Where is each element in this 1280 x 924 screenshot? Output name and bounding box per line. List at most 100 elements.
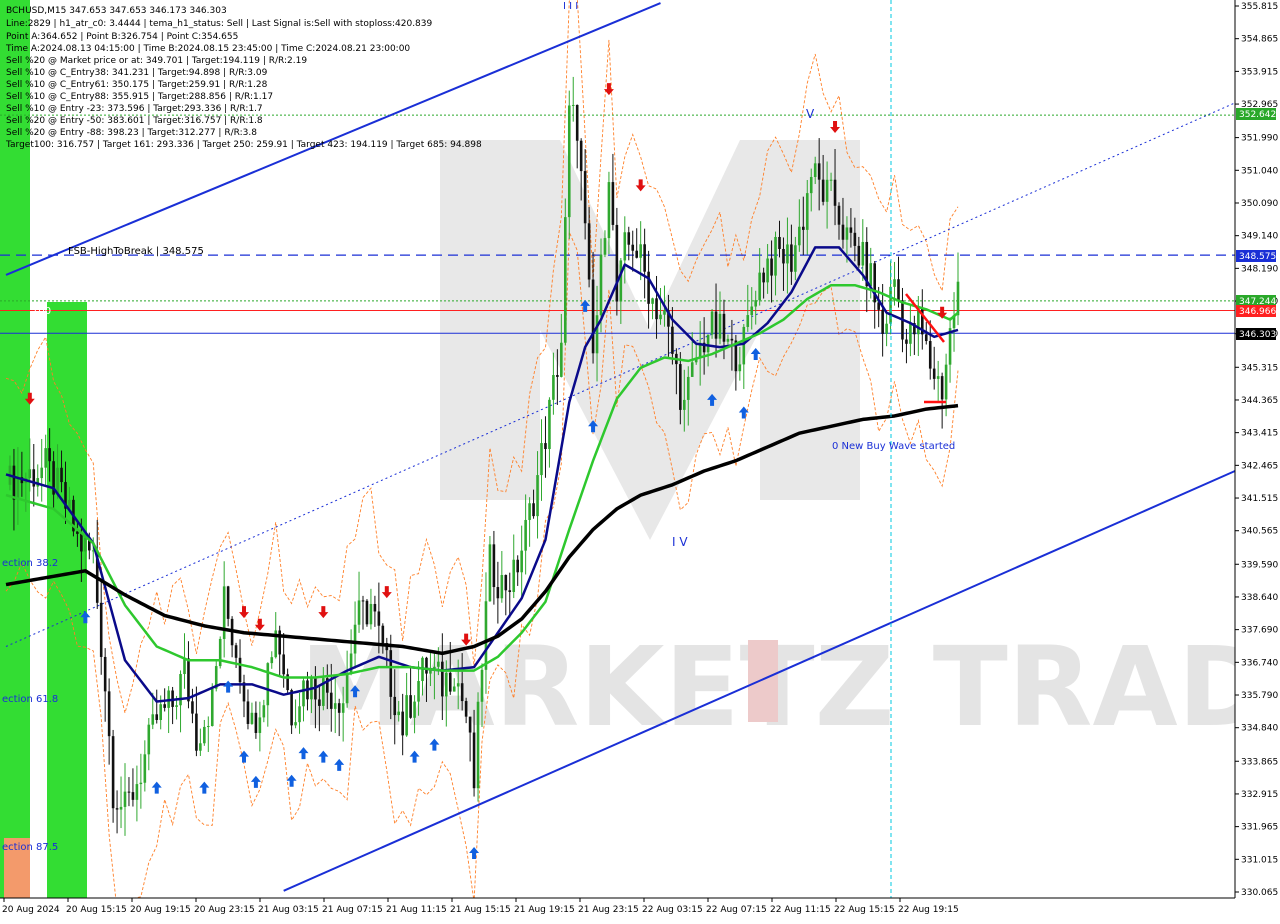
candle-body (492, 544, 496, 588)
candle-body (821, 179, 825, 202)
candle-body (548, 399, 551, 450)
candle-body (805, 193, 809, 230)
candle-body (28, 469, 32, 479)
info-line: Line:2829 | h1_atr_c0: 3.4444 | tema_h1_… (6, 19, 433, 29)
candle-body (663, 310, 666, 315)
watermark-red-bar (748, 640, 778, 722)
candle-body (143, 754, 147, 783)
candle-body (254, 712, 258, 733)
candle-body (294, 722, 297, 726)
candle-body (813, 163, 817, 177)
candle-body (147, 724, 151, 755)
candle-body (837, 205, 841, 225)
y-tick-label: 349.140 (1241, 232, 1278, 242)
wave-label-iv: I V (672, 535, 688, 549)
correction-87-label: ection 87.5 (2, 842, 58, 853)
candle-body (655, 298, 658, 320)
candle-body (452, 686, 456, 692)
candle-body (191, 701, 194, 714)
candle-body (679, 364, 682, 410)
candle-body (798, 226, 801, 246)
candle-body (341, 703, 345, 713)
candle-body (44, 448, 47, 468)
x-tick-label: 21 Aug 15:15 (450, 905, 511, 915)
candle-body (504, 575, 508, 591)
candle-body (163, 704, 166, 708)
candle-body (611, 182, 615, 225)
candle-body (464, 701, 468, 717)
candle-body (845, 227, 849, 240)
info-line: Sell %10 @ C_Entry61: 350.175 | Target:2… (6, 80, 268, 90)
candle-body (829, 179, 833, 181)
candle-body (881, 309, 884, 334)
candle-body (226, 586, 230, 619)
candle-body (738, 364, 742, 372)
candle-body (210, 688, 214, 727)
candle-body (686, 376, 690, 400)
candle-body (468, 716, 472, 733)
info-line: Sell %20 @ Market price or at: 349.701 |… (6, 56, 307, 66)
candle-body (762, 272, 765, 283)
candle-body (381, 625, 385, 644)
candle-body (587, 223, 591, 280)
candle-body (623, 232, 627, 261)
info-line: Sell %10 @ C_Entry38: 341.231 | Target:9… (6, 68, 268, 78)
candle-body (560, 342, 563, 377)
badge-346303: 346.303 (1239, 330, 1276, 340)
y-tick-label: 336.740 (1241, 658, 1278, 668)
x-tick-label: 20 Aug 19:15 (130, 905, 191, 915)
candle-body (782, 248, 785, 264)
candle-body (639, 244, 642, 258)
candle-body (520, 550, 523, 573)
candle-body (726, 338, 730, 342)
candle-body (671, 326, 674, 354)
candle-body (318, 699, 321, 706)
candle-body (718, 313, 722, 339)
candle-body (302, 680, 305, 707)
candle-body (476, 701, 480, 789)
y-tick-label: 353.915 (1241, 67, 1278, 77)
candle-body (405, 695, 408, 736)
candle-body (861, 241, 865, 266)
candle-body (659, 314, 662, 320)
y-tick-label: 337.690 (1241, 626, 1278, 636)
candle-body (524, 519, 527, 551)
candle-body (496, 587, 500, 599)
candle-body (690, 362, 694, 377)
candle-body (905, 339, 908, 344)
candle-body (123, 791, 127, 807)
candle-body (790, 244, 793, 272)
candle-body (635, 250, 638, 258)
fsb-label: FSB-HighToBreak | 348.575 (68, 246, 204, 257)
candle-body (262, 705, 266, 718)
candle-body (159, 704, 162, 720)
candle-body (936, 376, 940, 379)
candle-body (183, 658, 186, 675)
candle-body (809, 176, 813, 194)
x-tick-label: 22 Aug 19:15 (898, 905, 959, 915)
candle-body (583, 171, 587, 224)
price-chart[interactable]: MARKETZ TRADE FSB-HighToBreak | 348.575 … (0, 0, 1280, 920)
candle-body (373, 603, 377, 612)
candle-body (365, 600, 369, 625)
info-line: Sell %20 @ Entry -50: 383.601 | Target:3… (6, 116, 263, 126)
candle-body (60, 467, 63, 483)
x-tick-label: 22 Aug 07:15 (706, 905, 767, 915)
info-line: Target100: 316.757 | Target 161: 293.336… (5, 140, 482, 150)
candle-body (437, 661, 440, 667)
candle-body (151, 714, 155, 725)
candle-body (857, 245, 861, 266)
candle-body (591, 279, 595, 354)
candle-body (869, 263, 873, 287)
y-tick-label: 332.915 (1241, 790, 1278, 800)
candle-body (119, 806, 123, 810)
candle-body (377, 611, 381, 626)
candle-body (441, 661, 444, 697)
candle-body (413, 701, 416, 718)
x-tick-label: 20 Aug 23:15 (194, 905, 255, 915)
candle-body (282, 654, 285, 675)
candle-body (397, 711, 400, 716)
candle-body (802, 226, 805, 230)
x-tick-label: 22 Aug 03:15 (642, 905, 703, 915)
y-tick-label: 355.815 (1241, 2, 1278, 12)
